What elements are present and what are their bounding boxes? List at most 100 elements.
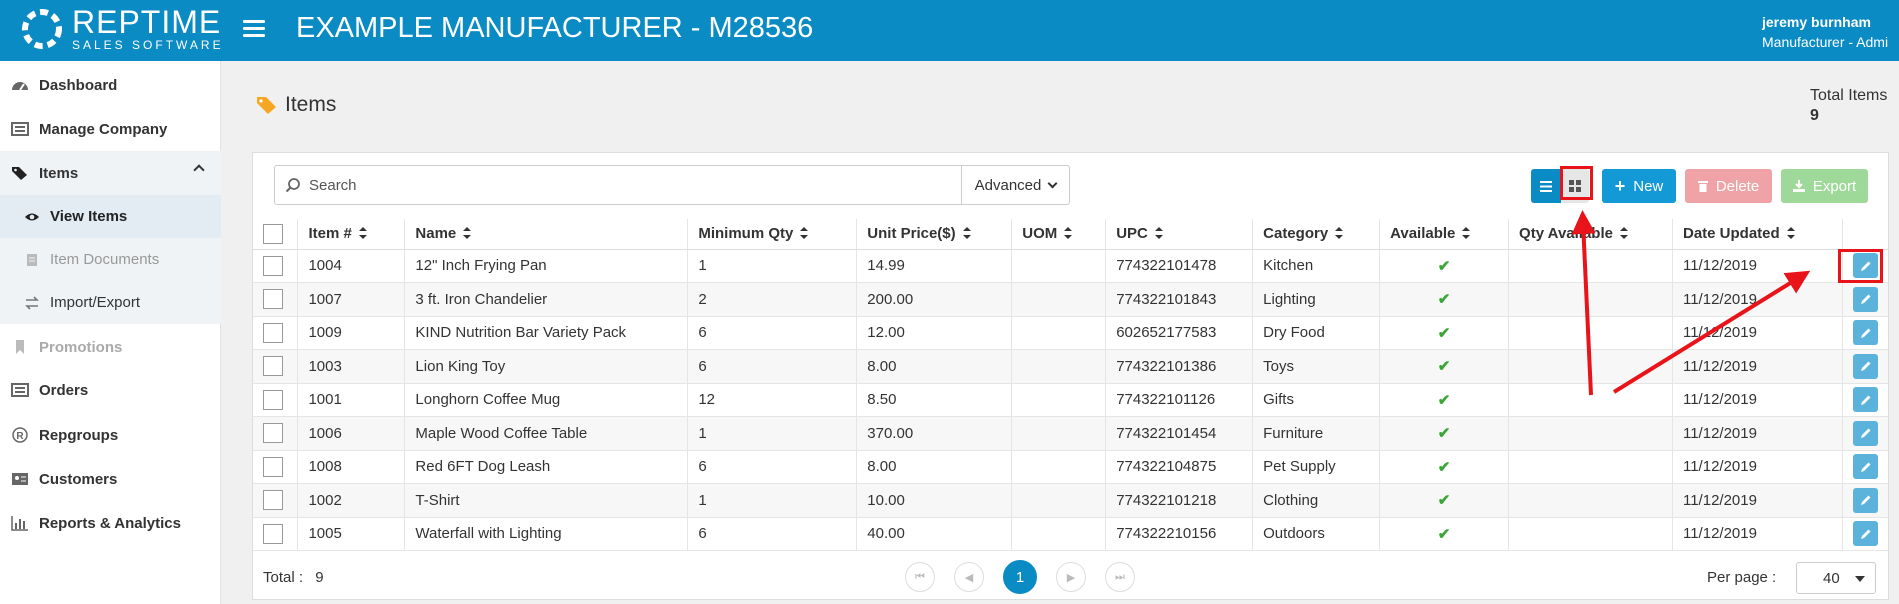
chevron-down-icon xyxy=(1047,178,1058,188)
table-row[interactable]: 1005 Waterfall with Lighting 6 40.00 7743222… xyxy=(253,517,1888,551)
sidebar-item-customers[interactable]: Customers xyxy=(0,457,221,501)
sidebar-item-repgroups[interactable]: R Repgroups xyxy=(0,413,221,457)
table-row[interactable]: 1007 3 ft. Iron Chandelier 2 200.00 77432210… xyxy=(253,282,1888,317)
delete-button[interactable]: Delete xyxy=(1685,169,1772,203)
next-page-button[interactable]: ▶ xyxy=(1056,562,1086,592)
column-header-unit-price[interactable]: Unit Price($) xyxy=(856,219,1013,250)
export-button[interactable]: Export xyxy=(1781,169,1868,203)
search-input[interactable] xyxy=(309,176,909,194)
sidebar-item-item-documents[interactable]: Item Documents xyxy=(0,238,221,281)
sidebar-item-items[interactable]: Items xyxy=(0,151,221,195)
edit-button[interactable] xyxy=(1853,353,1878,379)
table-cell: ✔ xyxy=(1379,282,1510,317)
new-item-button[interactable]: + New xyxy=(1602,169,1676,203)
table-cell: 12 xyxy=(687,383,858,417)
advanced-search-dropdown[interactable]: Advanced xyxy=(961,165,1070,205)
table-cell: ✔ xyxy=(1379,316,1510,350)
list-view-button[interactable] xyxy=(1531,169,1561,203)
column-header-minimum-qty[interactable]: Minimum Qty xyxy=(687,219,858,250)
row-checkbox[interactable] xyxy=(263,322,283,343)
column-header-item-number[interactable]: Item # xyxy=(297,219,406,250)
edit-button[interactable] xyxy=(1853,521,1878,547)
table-cell: 1009 xyxy=(297,316,406,350)
row-checkbox[interactable] xyxy=(263,289,283,310)
column-header-upc[interactable]: UPC xyxy=(1105,219,1254,250)
pencil-icon xyxy=(1860,328,1870,338)
column-header-available[interactable]: Available xyxy=(1379,219,1510,250)
column-header-uom[interactable]: UOM xyxy=(1011,219,1107,250)
sidebar-item-dashboard[interactable]: Dashboard xyxy=(0,63,221,107)
column-header-category[interactable]: Category xyxy=(1252,219,1381,250)
pencil-icon xyxy=(1860,395,1870,405)
table-cell: 12.00 xyxy=(856,316,1013,350)
table-cell: Furniture xyxy=(1252,416,1381,451)
edit-button[interactable] xyxy=(1853,454,1878,480)
sort-icon xyxy=(800,227,809,240)
sidebar-item-reports-analytics[interactable]: Reports & Analytics xyxy=(0,501,221,545)
column-header-name[interactable]: Name xyxy=(404,219,689,250)
row-checkbox[interactable] xyxy=(263,389,283,410)
table-row[interactable]: 1008 Red 6FT Dog Leash 6 8.00 774322104875 Pe… xyxy=(253,450,1888,484)
table-row[interactable]: 1006 Maple Wood Coffee Table 1 370.00 774322… xyxy=(253,416,1888,451)
table-cell: 1007 xyxy=(297,282,406,317)
table-cell: 1003 xyxy=(297,349,406,384)
row-select-cell xyxy=(253,517,299,551)
reptime-logo-icon xyxy=(22,9,62,49)
column-header-date-updated[interactable]: Date Updated xyxy=(1672,219,1844,250)
sidebar-item-label: Customers xyxy=(39,470,118,488)
table-cell xyxy=(1508,249,1673,283)
edit-button[interactable] xyxy=(1853,420,1878,446)
sidebar-item-manage-company[interactable]: Manage Company xyxy=(0,107,221,151)
sidebar-item-label: View Items xyxy=(50,208,128,225)
per-page-select[interactable]: 40 xyxy=(1796,562,1876,594)
edit-button[interactable] xyxy=(1853,286,1878,312)
sidebar-item-promotions[interactable]: Promotions xyxy=(0,325,221,369)
row-checkbox[interactable] xyxy=(263,356,283,377)
sidebar-item-orders[interactable]: Orders xyxy=(0,368,221,412)
table-row[interactable]: 1003 Lion King Toy 6 8.00 774322101386 Toys ✔ 1… xyxy=(253,349,1888,384)
company-icon xyxy=(11,122,29,136)
row-checkbox[interactable] xyxy=(263,456,283,477)
table-cell: Dry Food xyxy=(1252,316,1381,350)
table-cell: 1008 xyxy=(297,450,406,484)
row-select-cell xyxy=(253,450,299,484)
last-page-button[interactable]: ⏭ xyxy=(1105,562,1135,592)
table-cell: 1001 xyxy=(297,383,406,417)
prev-page-button[interactable]: ◀ xyxy=(954,562,984,592)
available-check-icon: ✔ xyxy=(1437,492,1451,510)
table-row[interactable]: 1002 T-Shirt 1 10.00 774322101218 Clothing ✔ 11… xyxy=(253,483,1888,518)
table-footer: Total : 9 ⏮ ◀ 1 ▶ ⏭ Per page : 40 xyxy=(253,556,1888,600)
table-row[interactable]: 1001 Longhorn Coffee Mug 12 8.50 77432210112… xyxy=(253,383,1888,417)
row-checkbox[interactable] xyxy=(263,255,283,276)
table-cell: 774322104875 xyxy=(1105,450,1254,484)
table-cell: Kitchen xyxy=(1252,249,1381,283)
table-row[interactable]: 1009 KIND Nutrition Bar Variety Pack 6 12.0… xyxy=(253,316,1888,350)
edit-button[interactable] xyxy=(1853,487,1878,513)
edit-button[interactable] xyxy=(1853,387,1878,413)
sidebar-item-import-export[interactable]: Import/Export xyxy=(0,281,221,324)
table-cell: Clothing xyxy=(1252,483,1381,518)
table-cell: ✔ xyxy=(1379,517,1510,551)
row-select-cell xyxy=(253,249,299,283)
total-items-label: Total Items xyxy=(1810,87,1888,104)
column-header-qty-available[interactable]: Qty Available xyxy=(1508,219,1673,250)
available-check-icon: ✔ xyxy=(1437,458,1451,476)
sort-icon xyxy=(1064,227,1073,240)
sidebar-item-view-items[interactable]: View Items xyxy=(0,195,221,238)
row-checkbox[interactable] xyxy=(263,423,283,444)
table-cell xyxy=(1011,249,1107,283)
available-check-icon: ✔ xyxy=(1437,425,1451,443)
table-cell: ✔ xyxy=(1379,383,1510,417)
select-all-checkbox[interactable] xyxy=(263,223,283,244)
user-menu[interactable]: jeremy burnham Manufacturer - Admi xyxy=(1762,12,1888,52)
table-row[interactable]: 1004 12" Inch Frying Pan 1 14.99 77432210147… xyxy=(253,249,1888,283)
page-button-current[interactable]: 1 xyxy=(1003,560,1037,594)
row-checkbox[interactable] xyxy=(263,523,283,544)
select-all-cell xyxy=(253,219,299,250)
menu-toggle-icon[interactable] xyxy=(243,20,265,38)
row-actions-cell xyxy=(1842,450,1888,484)
first-page-button[interactable]: ⏮ xyxy=(905,562,935,592)
edit-button[interactable] xyxy=(1853,320,1878,346)
row-checkbox[interactable] xyxy=(263,490,283,511)
id-card-icon xyxy=(12,473,28,485)
